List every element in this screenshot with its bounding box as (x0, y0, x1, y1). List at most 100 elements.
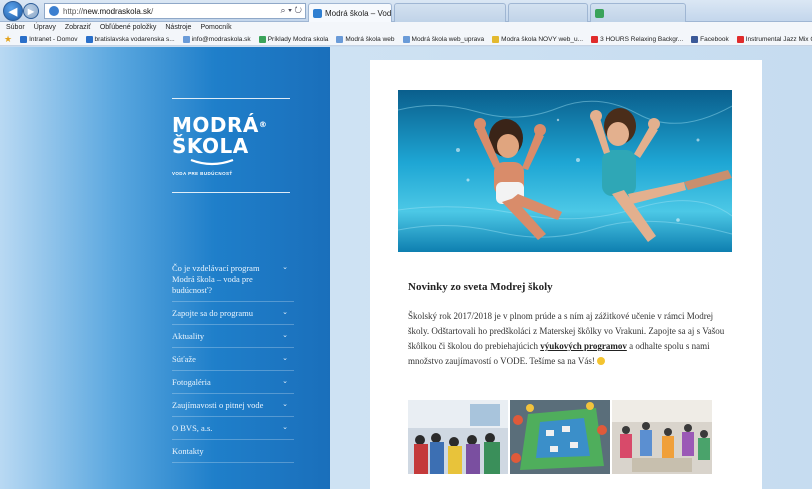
chevron-down-icon[interactable]: ⌄ (282, 376, 288, 387)
classroom-photo-icon (408, 400, 508, 474)
nav-item[interactable]: Čo je vzdelávací program Modrá škola – v… (172, 261, 294, 302)
nav-item-label: Čo je vzdelávací program Modrá škola – v… (172, 263, 260, 295)
gallery-photo[interactable] (510, 400, 610, 474)
smiley-icon (597, 357, 606, 365)
nav-item-label: Zaujímavosti o pitnej vode (172, 400, 264, 410)
nav-item[interactable]: Súťaže ⌄ (172, 352, 294, 371)
nav-item[interactable]: Zapojte sa do programu ⌄ (172, 306, 294, 325)
favorite-label: Príklady Modra skola (267, 35, 329, 43)
tab-favicon-icon (313, 8, 322, 18)
arrow-right-icon: ▶ (27, 6, 35, 16)
divider (172, 98, 290, 99)
logo-tagline: VODA PRE BUDÚCNOSŤ (172, 171, 233, 176)
chevron-down-icon[interactable]: ⌄ (282, 307, 288, 318)
favorite-link[interactable]: Intranet - Domov (20, 35, 78, 43)
gallery-photo[interactable] (408, 400, 508, 474)
news-heading: Novinky zo sveta Modrej školy (408, 281, 553, 293)
favorite-label: Instrumental Jazz Mix Caf... (745, 35, 812, 43)
tab-title: Modrá škola – Voda pre bu... (325, 8, 392, 18)
favorite-label: Facebook (700, 35, 729, 43)
tab-background[interactable] (590, 3, 686, 22)
divider (172, 192, 290, 193)
menu-help[interactable]: Pomocník (200, 24, 231, 31)
favorite-site-icon (691, 35, 699, 43)
favorite-site-icon (336, 35, 344, 43)
favorite-label: bratislavska vodarenska s... (94, 35, 175, 43)
favorite-label: 3 HOURS Relaxing Backgr... (600, 35, 684, 43)
educational-programs-link[interactable]: výukových programov (540, 341, 627, 351)
dropdown-icon[interactable]: ▾ (288, 5, 292, 15)
site-logo[interactable]: MODRÁ® ŠKOLA VODA PRE BUDÚCNOSŤ (172, 115, 267, 176)
menu-bar: Súbor Úpravy Zobraziť Obľúbené položky N… (0, 22, 812, 33)
chevron-down-icon[interactable]: ⌄ (282, 330, 288, 341)
webpage: MODRÁ® ŠKOLA VODA PRE BUDÚCNOSŤ Čo je vz… (0, 47, 812, 489)
favorite-site-icon (736, 35, 744, 43)
address-bar[interactable]: http://new.modraskola.sk/ ⌕ ▾ ↻ (44, 3, 306, 19)
hero-image (398, 90, 732, 252)
favorite-link[interactable]: bratislavska vodarenska s... (85, 35, 175, 43)
favorite-site-icon (85, 35, 93, 43)
favorite-link[interactable]: Modra škola NOVY web_u... (492, 35, 584, 43)
address-actions[interactable]: ⌕ ▾ ↻ (281, 5, 302, 16)
favorite-site-icon (182, 35, 190, 43)
tab-background[interactable] (394, 3, 506, 22)
news-paragraph: Školský rok 2017/2018 je v plnom prúde a… (408, 311, 725, 366)
wave-icon (190, 158, 234, 166)
chevron-down-icon[interactable]: ⌄ (282, 262, 288, 273)
tab-background[interactable] (508, 3, 588, 22)
favorite-link[interactable]: 3 HOURS Relaxing Backgr... (591, 35, 684, 43)
favorite-link[interactable]: Modrá škola web_uprava (402, 35, 485, 43)
favorite-site-icon (402, 35, 410, 43)
forward-button[interactable]: ▶ (23, 3, 39, 19)
classroom-floor-photo-icon (510, 400, 610, 474)
favorites-bar: ★ Intranet - Domov bratislavska vodarensk… (0, 33, 812, 46)
menu-view[interactable]: Zobraziť (65, 24, 91, 31)
menu-favorites[interactable]: Obľúbené položky (100, 24, 157, 31)
favorite-link[interactable]: Facebook (691, 35, 729, 43)
favorite-site-icon (591, 35, 599, 43)
favorite-site-icon (258, 35, 266, 43)
favorite-link[interactable]: info@modraskola.sk (182, 35, 251, 43)
back-button[interactable]: ◀ (3, 1, 23, 21)
favorite-label: Intranet - Domov (29, 35, 78, 43)
chevron-down-icon[interactable]: ⌄ (282, 353, 288, 364)
main-content: Novinky zo sveta Modrej školy Školský ro… (370, 60, 762, 489)
favorites-star-icon[interactable]: ★ (4, 34, 12, 45)
address-url: http://new.modraskola.sk/ (63, 6, 154, 16)
nav-item[interactable]: O BVS, a.s. ⌄ (172, 421, 294, 440)
nav-item-label: Kontakty (172, 446, 204, 456)
nav-item-label: Súťaže (172, 354, 196, 364)
menu-file[interactable]: Súbor (6, 24, 25, 31)
nav-item[interactable]: Zaujímavosti o pitnej vode ⌄ (172, 398, 294, 417)
nav-item-label: O BVS, a.s. (172, 423, 213, 433)
favorite-link[interactable]: Modrá škola web (336, 35, 395, 43)
menu-edit[interactable]: Úpravy (34, 24, 56, 31)
main-navigation: Čo je vzdelávací program Modrá škola – v… (172, 261, 294, 467)
nav-item-label: Aktuality (172, 331, 205, 341)
chevron-down-icon[interactable]: ⌄ (282, 422, 288, 433)
search-icon[interactable]: ⌕ (281, 5, 286, 15)
favorite-label: Modra škola NOVY web_u... (501, 35, 584, 43)
favorite-site-icon (20, 35, 28, 43)
tab-active[interactable]: Modrá škola – Voda pre bu... × (308, 3, 392, 22)
favorite-label: Modrá škola web_uprava (411, 35, 485, 43)
tab-favicon-icon (595, 8, 604, 18)
favorite-label: Modrá škola web (345, 35, 395, 43)
kids-playing-photo-icon (612, 400, 712, 474)
favorite-link[interactable]: Príklady Modra skola (258, 35, 329, 43)
site-sidebar: MODRÁ® ŠKOLA VODA PRE BUDÚCNOSŤ Čo je vz… (0, 47, 330, 489)
children-swimming-illustration (398, 90, 732, 252)
refresh-icon[interactable]: ↻ (294, 5, 302, 15)
gallery-photo[interactable] (612, 400, 712, 474)
chevron-down-icon[interactable]: ⌄ (282, 399, 288, 410)
menu-tools[interactable]: Nástroje (165, 24, 191, 31)
nav-item[interactable]: Fotogaléria ⌄ (172, 375, 294, 394)
nav-item-label: Zapojte sa do programu (172, 308, 253, 318)
favorite-label: info@modraskola.sk (191, 35, 251, 43)
favorite-link[interactable]: Instrumental Jazz Mix Caf... (736, 35, 812, 43)
arrow-left-icon: ◀ (8, 5, 18, 18)
nav-item-label: Fotogaléria (172, 377, 211, 387)
nav-item[interactable]: Kontakty (172, 444, 294, 463)
browser-titlebar: ◀ ▶ http://new.modraskola.sk/ ⌕ ▾ ↻ Modr… (0, 0, 812, 22)
nav-item[interactable]: Aktuality ⌄ (172, 329, 294, 348)
